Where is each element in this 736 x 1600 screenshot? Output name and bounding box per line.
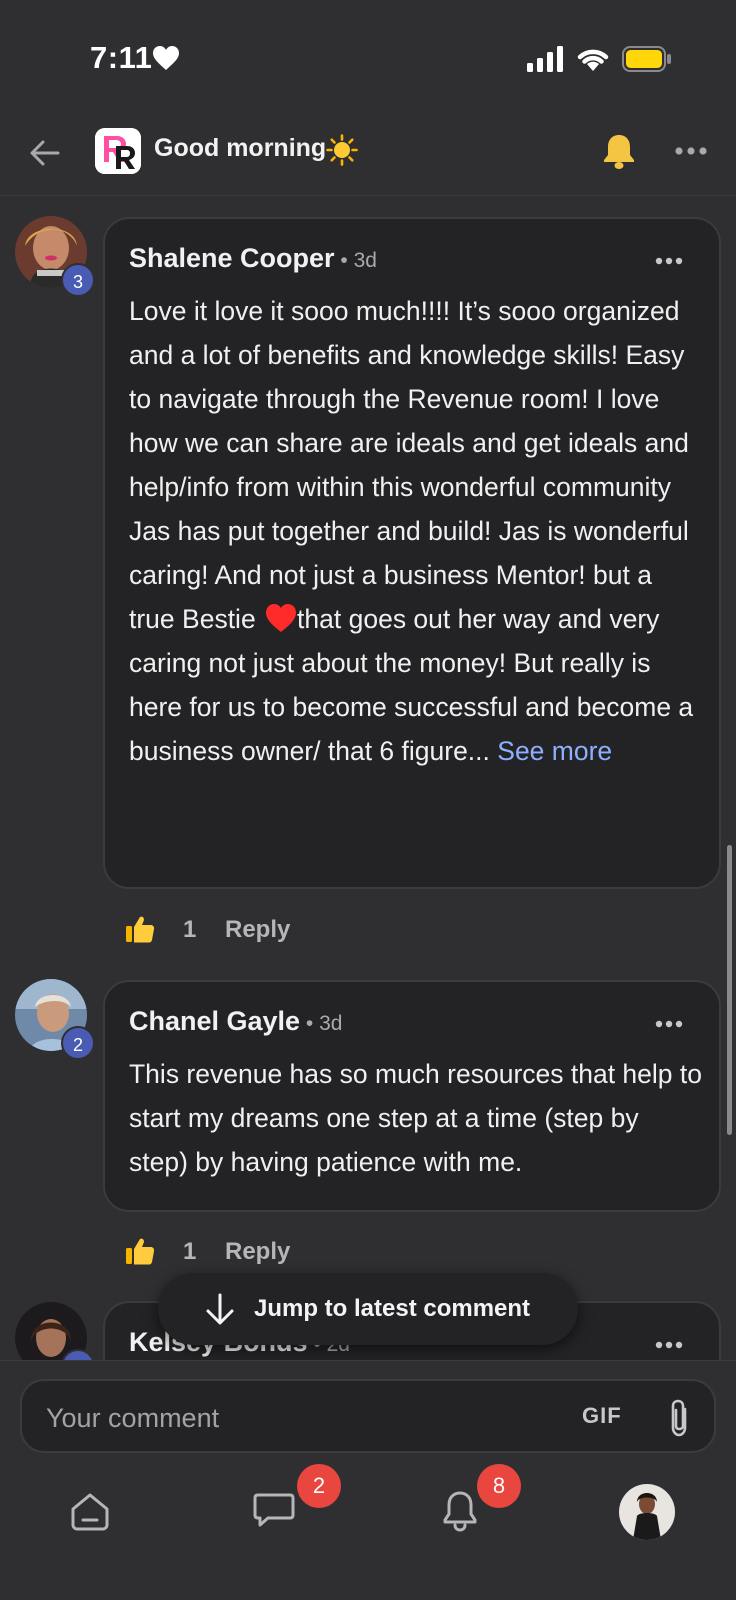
comment-separator: •	[334, 249, 354, 272]
gif-button[interactable]: GIF	[582, 1403, 622, 1429]
top-app-bar: Good morning	[0, 110, 736, 196]
comment-more-icon[interactable]	[655, 257, 683, 265]
like-count: 1	[183, 1238, 197, 1265]
status-bar: 7:11	[0, 0, 736, 110]
heart-icon	[153, 46, 179, 70]
comment-bubble: Shalene Cooper • 3d Love it love it sooo…	[103, 217, 721, 889]
cellular-signal-icon	[527, 46, 563, 72]
jump-to-latest-button[interactable]: Jump to latest comment	[158, 1273, 578, 1345]
comment-body: Love it love it sooo much!!!! It’s sooo …	[129, 289, 703, 773]
comment-text-part: Love it love it sooo much!!!! It’s sooo …	[129, 296, 689, 634]
bell-icon[interactable]	[602, 132, 636, 170]
level-badge: 3	[61, 263, 95, 297]
reply-button[interactable]: Reply	[225, 1238, 290, 1266]
jump-to-latest-label: Jump to latest comment	[254, 1295, 531, 1322]
see-more-link[interactable]: See more	[497, 736, 612, 766]
thumbs-up-icon[interactable]	[125, 1236, 155, 1266]
comment-more-icon[interactable]	[655, 1020, 683, 1028]
comment-input[interactable]: Your comment GIF	[20, 1379, 716, 1453]
messages-badge: 2	[297, 1464, 341, 1508]
rr-logo-icon	[95, 128, 141, 174]
level-badge: 2	[61, 1026, 95, 1060]
comment-author[interactable]: Shalene Cooper	[129, 243, 335, 273]
comment-time: 3d	[319, 1012, 343, 1035]
page-title: Good morning	[154, 134, 327, 162]
thumbs-up-icon[interactable]	[125, 914, 155, 944]
battery-icon	[622, 46, 671, 72]
comment-bubble: Chanel Gayle • 3d This revenue has so mu…	[103, 980, 721, 1212]
wifi-icon	[577, 49, 609, 71]
like-count: 1	[183, 916, 197, 943]
paperclip-icon[interactable]	[664, 1397, 694, 1439]
comment-header: Shalene Cooper • 3d	[129, 243, 377, 274]
home-icon[interactable]	[68, 1489, 112, 1533]
comment-composer: Your comment GIF	[0, 1360, 736, 1600]
more-options-icon[interactable]	[674, 146, 708, 156]
red-heart-emoji-icon	[266, 604, 297, 632]
notifications-badge: 8	[477, 1464, 521, 1508]
comment-header: Chanel Gayle • 3d	[129, 1006, 342, 1037]
chat-icon[interactable]	[252, 1487, 296, 1531]
reply-button[interactable]: Reply	[225, 916, 290, 944]
comment-time: 3d	[353, 249, 377, 272]
comment-input-placeholder: Your comment	[46, 1403, 220, 1433]
comment-more-icon[interactable]	[655, 1341, 683, 1349]
comment-author[interactable]: Chanel Gayle	[129, 1006, 300, 1036]
back-arrow-icon[interactable]	[28, 136, 62, 170]
sun-emoji-icon	[326, 134, 358, 166]
comment-separator: •	[300, 1012, 320, 1035]
comment-body: This revenue has so much resources that …	[129, 1059, 702, 1177]
status-time: 7:11	[90, 40, 153, 75]
profile-avatar[interactable]	[619, 1484, 675, 1540]
notifications-bell-icon[interactable]	[438, 1488, 482, 1532]
arrow-down-icon	[206, 1293, 234, 1325]
profile-photo-icon	[619, 1484, 675, 1540]
scrollbar-thumb[interactable]	[727, 845, 732, 1135]
community-logo[interactable]	[95, 128, 141, 174]
